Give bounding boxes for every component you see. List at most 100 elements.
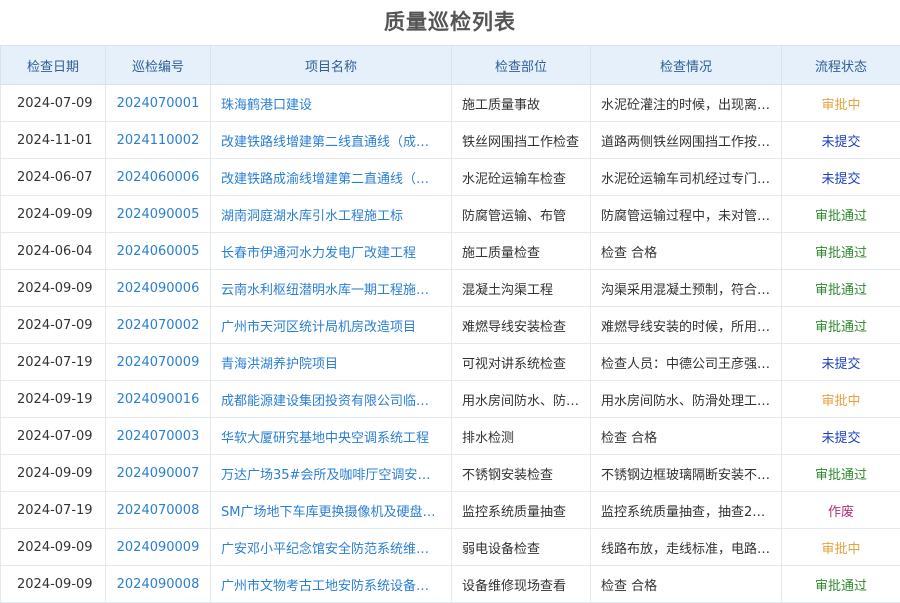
cell-project-name[interactable]: 万达广场35#会所及咖啡厅空调安装… <box>211 455 452 492</box>
cell-project-name[interactable]: 改建铁路线增建第二线直通线（成… <box>211 122 452 159</box>
cell-inspection-desc: 防腐管运输过程中，未对管… <box>591 196 782 233</box>
cell-inspection-desc: 道路两侧铁丝网围挡工作按… <box>591 122 782 159</box>
cell-project-name[interactable]: 广州市天河区统计局机房改造项目 <box>211 307 452 344</box>
cell-inspection-desc: 检查人员：中德公司王彦强… <box>591 344 782 381</box>
table-row[interactable]: 2024-07-192024070008SM广场地下车库更换摄像机及硬盘…监控系… <box>1 492 900 529</box>
cell-inspection-no[interactable]: 2024070002 <box>106 307 211 344</box>
cell-inspection-no[interactable]: 2024090005 <box>106 196 211 233</box>
cell-inspection-part: 水泥砼运输车检查 <box>452 159 591 196</box>
status-badge: 未提交 <box>821 357 860 372</box>
cell-inspection-no[interactable]: 2024090008 <box>106 566 211 603</box>
cell-date: 2024-11-01 <box>1 122 106 159</box>
cell-project-name[interactable]: 广州市文物考古工地安防系统设备… <box>211 566 452 603</box>
table-row[interactable]: 2024-07-092024070001珠海鹤港口建设施工质量事故水泥砼灌注的时… <box>1 85 900 122</box>
inspection-table: 检查日期 巡检编号 项目名称 检查部位 检查情况 流程状态 2024-07-09… <box>0 45 900 603</box>
column-header-desc[interactable]: 检查情况 <box>591 46 782 85</box>
cell-inspection-desc: 用水房间防水、防滑处理工… <box>591 381 782 418</box>
cell-project-name[interactable]: 长春市伊通河水力发电厂改建工程 <box>211 233 452 270</box>
cell-inspection-part: 设备维修现场查看 <box>452 566 591 603</box>
cell-inspection-desc: 不锈钢边框玻璃隔断安装不… <box>591 455 782 492</box>
status-badge: 审批通过 <box>815 320 867 335</box>
cell-date: 2024-09-19 <box>1 381 106 418</box>
cell-inspection-desc: 难燃导线安装的时候，所用… <box>591 307 782 344</box>
status-badge: 未提交 <box>821 431 860 446</box>
cell-project-name[interactable]: SM广场地下车库更换摄像机及硬盘… <box>211 492 452 529</box>
cell-inspection-no[interactable]: 2024070003 <box>106 418 211 455</box>
status-badge: 审批通过 <box>815 209 867 224</box>
page-title: 质量巡检列表 <box>0 0 900 45</box>
table-row[interactable]: 2024-11-012024110002改建铁路线增建第二线直通线（成…铁丝网围… <box>1 122 900 159</box>
cell-status: 审批通过 <box>782 566 900 603</box>
status-badge: 作废 <box>828 505 854 520</box>
status-badge: 审批通过 <box>815 283 867 298</box>
cell-inspection-no[interactable]: 2024110002 <box>106 122 211 159</box>
cell-inspection-no[interactable]: 2024070009 <box>106 344 211 381</box>
cell-inspection-part: 可视对讲系统检查 <box>452 344 591 381</box>
cell-inspection-desc: 水泥砼灌注的时候，出现离… <box>591 85 782 122</box>
table-row[interactable]: 2024-06-042024060005长春市伊通河水力发电厂改建工程施工质量检… <box>1 233 900 270</box>
cell-status: 未提交 <box>782 122 900 159</box>
cell-date: 2024-06-04 <box>1 233 106 270</box>
table-body: 2024-07-09 2024070001珠海鹤港口建设施工质量事故水泥砼灌注的时… <box>1 85 900 603</box>
cell-inspection-part: 弱电设备检查 <box>452 529 591 566</box>
cell-inspection-no[interactable]: 2024070008 <box>106 492 211 529</box>
cell-project-name[interactable]: 成都能源建设集团投资有限公司临… <box>211 381 452 418</box>
table-row[interactable]: 2024-07-092024070002广州市天河区统计局机房改造项目难燃导线安… <box>1 307 900 344</box>
cell-inspection-part: 监控系统质量抽查 <box>452 492 591 529</box>
column-header-status[interactable]: 流程状态 <box>782 46 900 85</box>
column-header-name[interactable]: 项目名称 <box>211 46 452 85</box>
cell-inspection-part: 混凝土沟渠工程 <box>452 270 591 307</box>
cell-project-name[interactable]: 湖南洞庭湖水库引水工程施工标 <box>211 196 452 233</box>
cell-inspection-part: 用水房间防水、防… <box>452 381 591 418</box>
table-row[interactable]: 2024-09-092024090006云南水利枢纽潜明水库一期工程施…混凝土沟… <box>1 270 900 307</box>
column-header-part[interactable]: 检查部位 <box>452 46 591 85</box>
cell-inspection-part: 不锈钢安装检查 <box>452 455 591 492</box>
cell-date: 2024-07-19 <box>1 492 106 529</box>
column-header-date[interactable]: 检查日期 <box>1 46 106 85</box>
cell-status: 审批通过 <box>782 196 900 233</box>
cell-inspection-part: 防腐管运输、布管 <box>452 196 591 233</box>
table-row[interactable]: 2024-07-192024070009青海洪湖养护院项目可视对讲系统检查检查人… <box>1 344 900 381</box>
cell-status: 审批通过 <box>782 307 900 344</box>
cell-status: 未提交 <box>782 344 900 381</box>
cell-project-name[interactable]: 云南水利枢纽潜明水库一期工程施… <box>211 270 452 307</box>
status-badge: 审批通过 <box>815 246 867 261</box>
cell-inspection-no[interactable]: 2024090016 <box>106 381 211 418</box>
cell-project-name[interactable]: 青海洪湖养护院项目 <box>211 344 452 381</box>
cell-date: 2024-07-19 <box>1 344 106 381</box>
cell-project-name[interactable]: 华软大厦研究基地中央空调系统工程 <box>211 418 452 455</box>
cell-status: 未提交 <box>782 159 900 196</box>
status-badge: 审批中 <box>821 98 860 113</box>
cell-inspection-no[interactable]: 2024070001 <box>106 85 211 122</box>
table-row[interactable]: 2024-07-092024070003华软大厦研究基地中央空调系统工程排水检测… <box>1 418 900 455</box>
cell-inspection-no[interactable]: 2024060006 <box>106 159 211 196</box>
cell-inspection-part: 施工质量事故 <box>452 85 591 122</box>
cell-date: 2024-09-09 <box>1 455 106 492</box>
cell-project-name[interactable]: 广安邓小平纪念馆安全防范系统维… <box>211 529 452 566</box>
cell-inspection-no[interactable]: 2024090006 <box>106 270 211 307</box>
cell-inspection-no[interactable]: 2024090007 <box>106 455 211 492</box>
table-header-row: 检查日期 巡检编号 项目名称 检查部位 检查情况 流程状态 <box>1 46 900 85</box>
cell-inspection-part: 铁丝网围挡工作检查 <box>452 122 591 159</box>
table-row[interactable]: 2024-06-072024060006改建铁路成渝线增建第二直通线（…水泥砼运… <box>1 159 900 196</box>
cell-date: 2024-09-09 <box>1 529 106 566</box>
cell-date: 2024-09-09 <box>1 270 106 307</box>
cell-project-name[interactable]: 珠海鹤港口建设 <box>211 85 452 122</box>
table-row[interactable]: 2024-09-092024090008广州市文物考古工地安防系统设备…设备维修… <box>1 566 900 603</box>
cell-status: 审批通过 <box>782 270 900 307</box>
status-badge: 审批通过 <box>815 468 867 483</box>
table-row[interactable]: 2024-09-092024090005湖南洞庭湖水库引水工程施工标防腐管运输、… <box>1 196 900 233</box>
cell-inspection-desc: 检查 合格 <box>591 233 782 270</box>
cell-inspection-no[interactable]: 2024060005 <box>106 233 211 270</box>
cell-date: 2024-07-09 <box>1 418 106 455</box>
cell-inspection-desc: 检查 合格 <box>591 566 782 603</box>
column-header-no[interactable]: 巡检编号 <box>106 46 211 85</box>
cell-project-name[interactable]: 改建铁路成渝线增建第二直通线（… <box>211 159 452 196</box>
cell-status: 审批中 <box>782 529 900 566</box>
table-row[interactable]: 2024-09-192024090016成都能源建设集团投资有限公司临…用水房间… <box>1 381 900 418</box>
cell-inspection-part: 排水检测 <box>452 418 591 455</box>
table-row[interactable]: 2024-09-092024090009广安邓小平纪念馆安全防范系统维…弱电设备… <box>1 529 900 566</box>
cell-inspection-no[interactable]: 2024090009 <box>106 529 211 566</box>
table-row[interactable]: 2024-09-092024090007万达广场35#会所及咖啡厅空调安装…不锈… <box>1 455 900 492</box>
cell-inspection-desc: 沟渠采用混凝土预制，符合… <box>591 270 782 307</box>
